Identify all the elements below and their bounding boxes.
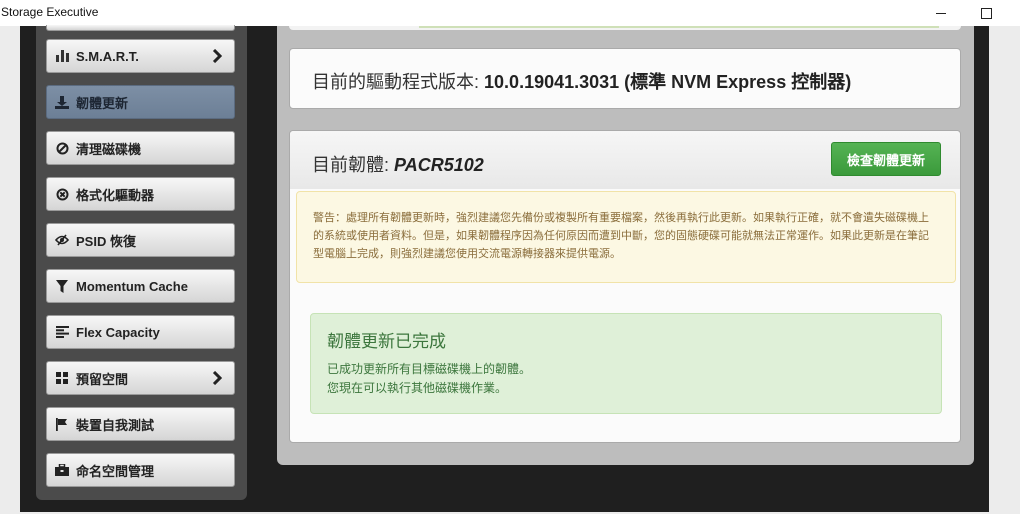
current-firmware-value: PACR5102 — [394, 155, 484, 175]
filter-icon — [55, 279, 69, 293]
firmware-panel-header: 目前韌體: PACR5102 檢查韌體更新 — [290, 131, 960, 189]
chevron-right-icon — [212, 370, 223, 388]
previous-panel-edge — [289, 26, 961, 30]
sidebar-item-label: 命名空間管理 — [76, 463, 155, 479]
success-message-line-1: 已成功更新所有目標磁碟機上的韌體。 — [327, 362, 532, 376]
sidebar-item-label: S.M.A.R.T. — [76, 48, 139, 64]
ban-icon — [55, 141, 69, 155]
circle-x-icon — [55, 187, 69, 201]
check-firmware-update-button[interactable]: 檢查韌體更新 — [831, 142, 941, 176]
sidebar-item-flex-capacity[interactable]: Flex Capacity — [46, 315, 235, 349]
sidebar-item-smart[interactable]: S.M.A.R.T. — [46, 39, 235, 73]
minimize-icon — [936, 12, 946, 14]
sidebar-item-partial[interactable] — [46, 25, 235, 31]
driver-version-label: 目前的驅動程式版本: — [312, 72, 480, 92]
grid-icon — [55, 371, 69, 385]
sidebar-item-format[interactable]: 格式化驅動器 — [46, 177, 235, 211]
main-content: 目前的驅動程式版本: 10.0.19041.3031 (標準 NVM Expre… — [277, 26, 974, 465]
sidebar-item-label: 清理磁碟機 — [76, 141, 142, 157]
sidebar-item-over-provisioning[interactable]: 預留空間 — [46, 361, 235, 395]
sidebar-item-label: Flex Capacity — [76, 324, 160, 340]
briefcase-icon — [55, 463, 69, 477]
bar-chart-icon — [55, 49, 69, 63]
download-icon — [55, 95, 69, 109]
success-message-line-2: 您現在可以執行其他磁碟機作業。 — [327, 381, 508, 395]
sidebar-item-sanitize[interactable]: 清理磁碟機 — [46, 131, 235, 165]
sidebar-item-label: Momentum Cache — [76, 278, 188, 294]
firmware-panel: 目前韌體: PACR5102 檢查韌體更新 警告：處理所有韌體更新時，強烈建議您… — [289, 130, 961, 443]
align-left-icon — [55, 325, 69, 339]
sidebar-item-device-self-test[interactable]: 裝置自我測試 — [46, 407, 235, 441]
sidebar: S.M.A.R.T. 韌體更新 清理磁碟機 格式化驅動器 PSID 恢復 Mom… — [36, 25, 247, 500]
sidebar-item-namespace-management[interactable]: 命名空間管理 — [46, 453, 235, 487]
driver-version-panel: 目前的驅動程式版本: 10.0.19041.3031 (標準 NVM Expre… — [289, 48, 961, 109]
app-window: S.M.A.R.T. 韌體更新 清理磁碟機 格式化驅動器 PSID 恢復 Mom… — [20, 25, 989, 512]
maximize-button[interactable] — [963, 0, 1009, 26]
flag-icon — [55, 417, 69, 431]
title-bar: Storage Executive — [0, 0, 1020, 26]
eye-slash-icon — [55, 233, 69, 247]
chevron-right-icon — [212, 48, 223, 66]
sidebar-item-label: PSID 恢復 — [76, 233, 136, 249]
driver-version-value: 10.0.19041.3031 (標準 NVM Express 控制器) — [484, 72, 852, 92]
sidebar-item-label: 裝置自我測試 — [76, 417, 155, 433]
sidebar-item-label: 格式化驅動器 — [76, 187, 155, 203]
warning-alert: 警告：處理所有韌體更新時，強烈建議您先備份或複製所有重要檔案，然後再執行此更新。… — [296, 191, 956, 283]
success-title: 韌體更新已完成 — [327, 332, 446, 351]
sidebar-item-label: 韌體更新 — [76, 95, 129, 111]
success-alert: 韌體更新已完成 已成功更新所有目標磁碟機上的韌體。 您現在可以執行其他磁碟機作業… — [310, 313, 942, 414]
maximize-icon — [980, 7, 992, 19]
window-title: Storage Executive — [1, 5, 99, 19]
current-firmware-label: 目前韌體: — [312, 155, 390, 175]
minimize-button[interactable] — [918, 0, 964, 26]
sidebar-item-psid-revert[interactable]: PSID 恢復 — [46, 223, 235, 257]
sidebar-item-firmware-update[interactable]: 韌體更新 — [46, 85, 235, 119]
sidebar-item-momentum-cache[interactable]: Momentum Cache — [46, 269, 235, 303]
sidebar-item-label: 預留空間 — [76, 371, 129, 387]
